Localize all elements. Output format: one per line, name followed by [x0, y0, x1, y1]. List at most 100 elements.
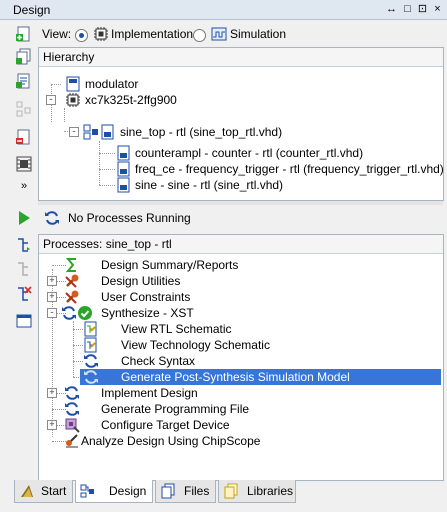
restore-button[interactable]: ⊡	[416, 2, 429, 16]
simulation-icon	[211, 26, 227, 42]
process-item-configure-device[interactable]: + Configure Target Device	[39, 417, 441, 433]
process-item-check-syntax[interactable]: Check Syntax	[39, 353, 441, 369]
float-button[interactable]: ↔	[385, 2, 398, 16]
libraries-icon	[223, 483, 239, 499]
hierarchy-item-sine[interactable]: sine - sine - rtl (sine_rtl.vhd)	[39, 177, 439, 193]
tab-label: Start	[41, 484, 67, 498]
process-label: Generate Programming File	[101, 402, 250, 416]
run-process-icon	[64, 385, 80, 401]
check-success-icon	[77, 305, 93, 321]
vhdl-module-icon	[116, 177, 132, 193]
process-label: User Constraints	[101, 290, 191, 304]
process-label: Implement Design	[101, 386, 198, 400]
vhdl-module-icon	[116, 145, 132, 161]
collapse-toggle[interactable]: -	[69, 127, 79, 137]
process-item-implement-design[interactable]: + Implement Design	[39, 385, 441, 401]
hierarchy-item-freq-ce[interactable]: freq_ce - frequency_trigger - rtl (frequ…	[39, 161, 444, 177]
process-label: Analyze Design Using ChipScope	[81, 434, 261, 448]
process-item-design-summary[interactable]: Design Summary/Reports	[39, 257, 441, 273]
simulation-label[interactable]: Simulation	[230, 27, 286, 41]
hierarchy-item-modulator[interactable]: modulator	[39, 76, 439, 92]
process-item-user-constraints[interactable]: + User Constraints	[39, 289, 441, 305]
process-item-design-utilities[interactable]: + Design Utilities	[39, 273, 441, 289]
add-copy-source-icon[interactable]	[15, 48, 33, 66]
project-icon	[65, 76, 81, 92]
chip-icon	[65, 92, 81, 108]
chipscope-icon	[64, 433, 80, 449]
maximize-button[interactable]: □	[401, 2, 414, 16]
hierarchy-disabled-icon[interactable]	[15, 100, 33, 118]
hierarchy-header: Hierarchy	[39, 48, 443, 67]
expand-toggle[interactable]: +	[47, 276, 57, 286]
process-label: Design Summary/Reports	[101, 258, 239, 272]
implementation-icon	[93, 26, 109, 42]
collapse-toggle[interactable]: -	[47, 308, 57, 318]
add-file-icon[interactable]	[15, 72, 33, 90]
title-bar: Design ↔ □ ⊡ ×	[0, 0, 447, 20]
hierarchy-item-label: sine_top - rtl (sine_top_rtl.vhd)	[120, 125, 283, 139]
hierarchy-item-label: xc7k325t-2ffg900	[85, 93, 177, 107]
ise-design-window: { "window": { "title": "Design", "contro…	[0, 0, 447, 512]
expand-toolbar-icon[interactable]: »	[15, 180, 33, 198]
process-item-view-technology[interactable]: View Technology Schematic	[39, 337, 441, 353]
close-button[interactable]: ×	[431, 2, 444, 16]
processes-title: Processes: sine_top - rtl	[43, 237, 172, 251]
process-item-view-rtl[interactable]: View RTL Schematic	[39, 321, 441, 337]
start-icon	[19, 483, 35, 499]
design-icon	[80, 483, 96, 499]
vhdl-module-icon	[116, 161, 132, 177]
hierarchy-item-sine-top[interactable]: - sine_top - rtl (sine_top_rtl.vhd)	[39, 124, 439, 140]
implementation-radio[interactable]	[75, 29, 88, 42]
process-item-generate-sim-model[interactable]: Generate Post-Synthesis Simulation Model	[80, 369, 441, 385]
open-view-icon[interactable]	[15, 312, 33, 330]
tab-label: Design	[109, 484, 147, 498]
process-item-generate-programming[interactable]: Generate Programming File	[39, 401, 441, 417]
tab-libraries[interactable]: Libraries	[218, 480, 296, 503]
hierarchy-item-label: sine - sine - rtl (sine_rtl.vhd)	[135, 178, 284, 192]
properties-icon[interactable]	[15, 155, 33, 173]
run-icon[interactable]	[15, 209, 33, 227]
tools-icon	[64, 273, 80, 289]
files-icon	[160, 483, 176, 499]
processes-header: Processes: sine_top - rtl	[39, 235, 443, 254]
process-item-analyze-chipscope[interactable]: Analyze Design Using ChipScope	[39, 433, 441, 449]
vhdl-file-icon	[100, 124, 116, 140]
process-status-bar: No Processes Running	[38, 205, 443, 229]
expand-toggle[interactable]: +	[47, 420, 57, 430]
rerun-all-icon[interactable]	[15, 260, 33, 278]
schematic-icon	[83, 321, 99, 337]
processes-panel: Processes: sine_top - rtl Design Summary…	[38, 234, 444, 481]
tab-design[interactable]: Design	[75, 480, 153, 503]
implementation-label[interactable]: Implementation	[111, 27, 193, 41]
design-panel-top: View: Implementation Simulation Hierarch…	[38, 23, 444, 201]
hierarchy-item-counterampl[interactable]: counterampl - counter - rtl (counter_rtl…	[39, 145, 439, 161]
tab-label: Files	[184, 484, 210, 498]
hierarchy-panel: Hierarchy modulator - xc7k325t-2ffg900 -	[38, 47, 444, 201]
sigma-icon	[64, 257, 80, 273]
expand-toggle[interactable]: +	[47, 292, 57, 302]
process-label: Configure Target Device	[101, 418, 230, 432]
process-label: Synthesize - XST	[101, 306, 194, 320]
hierarchy-item-label: counterampl - counter - rtl (counter_rtl…	[135, 146, 364, 160]
expand-toggle[interactable]: +	[47, 388, 57, 398]
stop-icon[interactable]	[15, 285, 33, 303]
tab-start[interactable]: Start	[14, 480, 73, 503]
hierarchy-title: Hierarchy	[43, 50, 95, 64]
hierarchy-item-label: modulator	[85, 77, 139, 91]
schematic-icon	[83, 337, 99, 353]
rerun-icon[interactable]	[15, 236, 33, 254]
hierarchy-item-label: freq_ce - frequency_trigger - rtl (frequ…	[135, 162, 444, 176]
process-label: View Technology Schematic	[121, 338, 270, 352]
run-process-icon	[64, 401, 80, 417]
tab-files[interactable]: Files	[155, 480, 216, 503]
collapse-toggle[interactable]: -	[46, 95, 56, 105]
refresh-icon	[44, 210, 60, 226]
remove-source-icon[interactable]	[15, 128, 33, 146]
process-label: Check Syntax	[121, 354, 196, 368]
add-source-icon[interactable]	[15, 25, 33, 43]
hierarchy-item-device[interactable]: - xc7k325t-2ffg900	[39, 92, 439, 108]
run-process-icon	[61, 305, 77, 321]
view-label: View:	[42, 27, 72, 41]
simulation-radio[interactable]	[193, 29, 206, 42]
process-item-synthesize[interactable]: - Synthesize - XST	[39, 305, 441, 321]
